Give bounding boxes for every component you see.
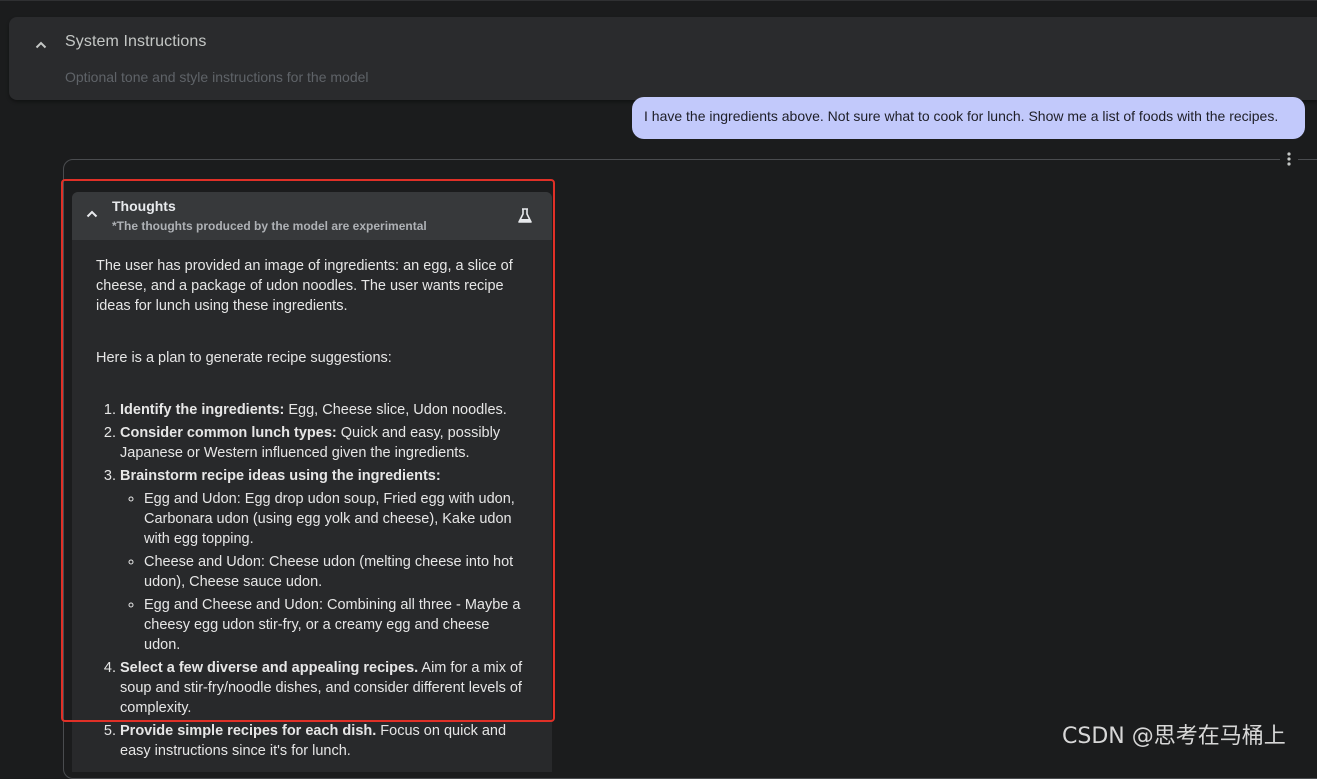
system-instructions-panel[interactable]: System Instructions Optional tone and st… <box>9 17 1317 100</box>
plan-step: Provide simple recipes for each dish. Fo… <box>120 721 528 761</box>
thoughts-title: Thoughts <box>112 198 176 214</box>
plan-steps: Identify the ingredients: Egg, Cheese sl… <box>96 400 528 761</box>
thoughts-subtitle: *The thoughts produced by the model are … <box>112 219 427 233</box>
top-divider <box>0 0 1317 1</box>
flask-icon <box>516 207 534 225</box>
thought-paragraph: The user has provided an image of ingred… <box>96 258 513 314</box>
chevron-up-icon[interactable] <box>84 206 100 222</box>
sub-idea: Egg and Cheese and Udon: Combining all t… <box>144 595 528 655</box>
thoughts-panel: Thoughts *The thoughts produced by the m… <box>72 192 552 772</box>
system-instructions-title: System Instructions <box>65 33 207 50</box>
chevron-up-icon[interactable] <box>33 37 49 53</box>
more-vert-icon[interactable] <box>1280 150 1298 168</box>
thoughts-content: The user has provided an image of ingred… <box>96 256 528 761</box>
plan-step: Consider common lunch types: Quick and e… <box>120 423 528 463</box>
user-message: I have the ingredients above. Not sure w… <box>632 97 1305 139</box>
system-instructions-input[interactable]: Optional tone and style instructions for… <box>65 69 369 85</box>
sub-idea: Cheese and Udon: Cheese udon (melting ch… <box>144 552 528 592</box>
plan-step: Identify the ingredients: Egg, Cheese sl… <box>120 400 528 420</box>
plan-step: Brainstorm recipe ideas using the ingred… <box>120 466 528 655</box>
thoughts-header[interactable]: Thoughts *The thoughts produced by the m… <box>72 192 552 240</box>
sub-ideas: Egg and Udon: Egg drop udon soup, Fried … <box>120 489 528 655</box>
plan-step: Select a few diverse and appealing recip… <box>120 658 528 718</box>
watermark: CSDN @思考在马桶上 <box>1062 724 1286 749</box>
thought-paragraph: Here is a plan to generate recipe sugges… <box>96 350 392 366</box>
sub-idea: Egg and Udon: Egg drop udon soup, Fried … <box>144 489 528 549</box>
